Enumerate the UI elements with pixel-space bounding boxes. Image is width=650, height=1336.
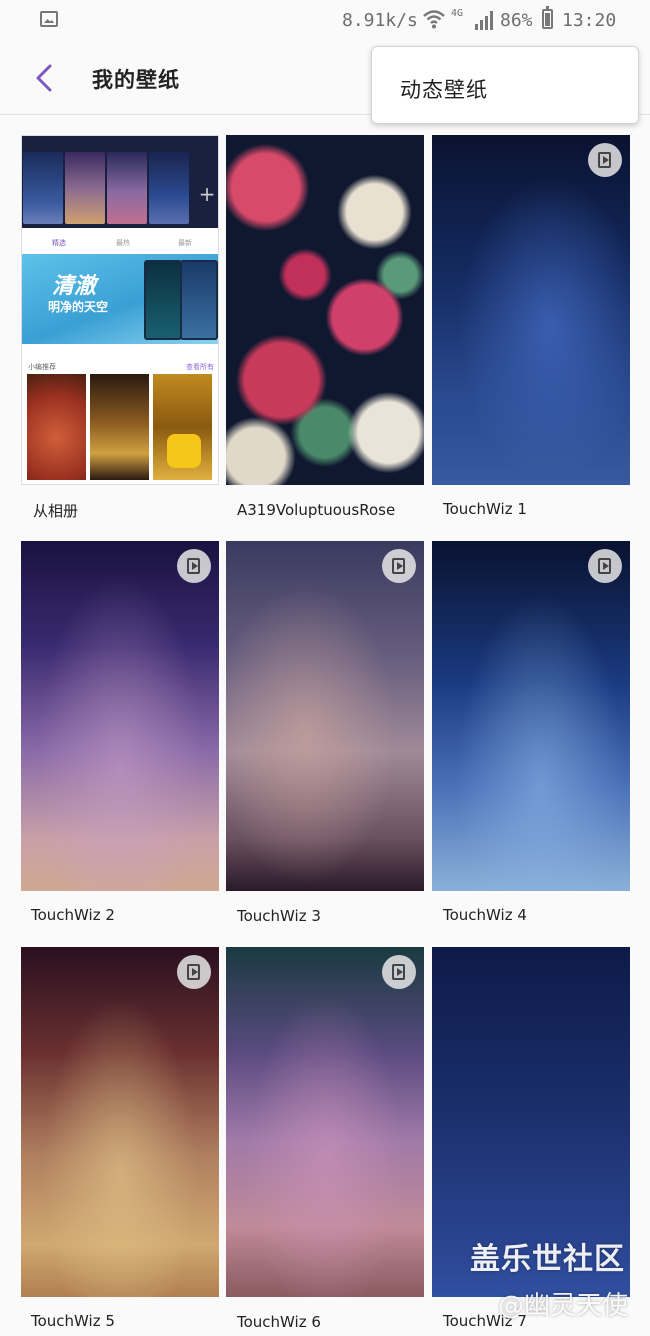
wifi-icon xyxy=(423,10,445,29)
wallpaper-image xyxy=(21,947,219,1297)
wallpaper-tile-touchwiz-4[interactable] xyxy=(432,541,630,891)
preview-thumb xyxy=(23,152,63,224)
album-thumb xyxy=(153,374,212,480)
watermark-author: @幽灵天使 xyxy=(498,1291,629,1321)
album-tabs: 精选 最热 最新 xyxy=(22,236,218,252)
tab-new: 最新 xyxy=(178,239,192,247)
preview-thumb xyxy=(107,152,147,224)
wallpaper-label: TouchWiz 1 xyxy=(443,500,527,518)
wallpaper-image xyxy=(226,541,424,891)
section-left: 小编推荐 xyxy=(28,363,56,371)
album-preview-header: + xyxy=(22,136,218,228)
wallpaper-tile-touchwiz-5[interactable] xyxy=(21,947,219,1297)
wallpaper-label: TouchWiz 5 xyxy=(31,1312,115,1330)
wallpaper-tile-rose[interactable] xyxy=(226,135,424,485)
wallpaper-label: TouchWiz 3 xyxy=(237,907,321,925)
back-arrow-icon[interactable] xyxy=(30,60,60,96)
tab-featured: 精选 xyxy=(52,239,66,247)
network-speed: 8.91k/s xyxy=(342,10,418,31)
wallpaper-tile-touchwiz-2[interactable] xyxy=(21,541,219,891)
clock: 13:20 xyxy=(562,10,617,31)
image-notification-icon xyxy=(40,11,58,27)
banner-title: 清澈 xyxy=(52,274,97,299)
add-icon: + xyxy=(198,182,216,206)
wallpaper-label: TouchWiz 2 xyxy=(31,906,115,924)
tab-hot: 最热 xyxy=(116,239,130,247)
album-thumb xyxy=(90,374,149,480)
live-wallpaper-icon xyxy=(177,955,211,989)
album-thumb xyxy=(27,374,86,480)
live-wallpaper-icon xyxy=(177,549,211,583)
wallpaper-tile-touchwiz-6[interactable] xyxy=(226,947,424,1297)
wallpaper-tile-from-album[interactable]: + 精选 最热 最新 清澈 明净的天空 小编推荐 查看所有 xyxy=(21,135,219,485)
wallpaper-image xyxy=(432,541,630,891)
watermark-community: 盖乐世社区 xyxy=(470,1242,625,1277)
wallpaper-image xyxy=(226,947,424,1297)
banner-subtitle: 明净的天空 xyxy=(48,300,109,314)
wallpaper-label: 从相册 xyxy=(33,502,79,520)
wallpaper-image xyxy=(21,541,219,891)
banner-phone xyxy=(180,260,218,340)
wallpaper-label: TouchWiz 6 xyxy=(237,1313,321,1331)
signal-icon xyxy=(475,11,493,30)
status-bar: 8.91k/s 4G 86% 13:20 xyxy=(0,0,650,42)
wallpaper-tile-touchwiz-3[interactable] xyxy=(226,541,424,891)
preview-thumb xyxy=(149,152,189,224)
battery-icon xyxy=(542,6,553,29)
menu-item-live-wallpaper[interactable]: 动态壁纸 xyxy=(400,74,488,104)
wallpaper-label: A319VoluptuousRose xyxy=(237,501,396,519)
wallpaper-label: TouchWiz 4 xyxy=(443,906,527,924)
live-wallpaper-icon xyxy=(588,549,622,583)
wallpaper-tile-touchwiz-1[interactable] xyxy=(432,135,630,485)
rose-wallpaper-image xyxy=(226,135,424,485)
battery-percent: 86% xyxy=(500,10,533,31)
wallpaper-image xyxy=(432,135,630,485)
album-banner: 清澈 明净的天空 xyxy=(22,254,218,344)
page-title: 我的壁纸 xyxy=(92,68,180,92)
preview-thumb xyxy=(65,152,105,224)
photo-flower-icon xyxy=(167,434,201,468)
live-wallpaper-icon xyxy=(382,955,416,989)
live-wallpaper-icon xyxy=(588,143,622,177)
network-type: 4G xyxy=(451,8,464,19)
overflow-menu: 动态壁纸 xyxy=(371,46,639,124)
live-wallpaper-icon xyxy=(382,549,416,583)
banner-phone xyxy=(144,260,182,340)
section-right: 查看所有 xyxy=(186,363,214,371)
